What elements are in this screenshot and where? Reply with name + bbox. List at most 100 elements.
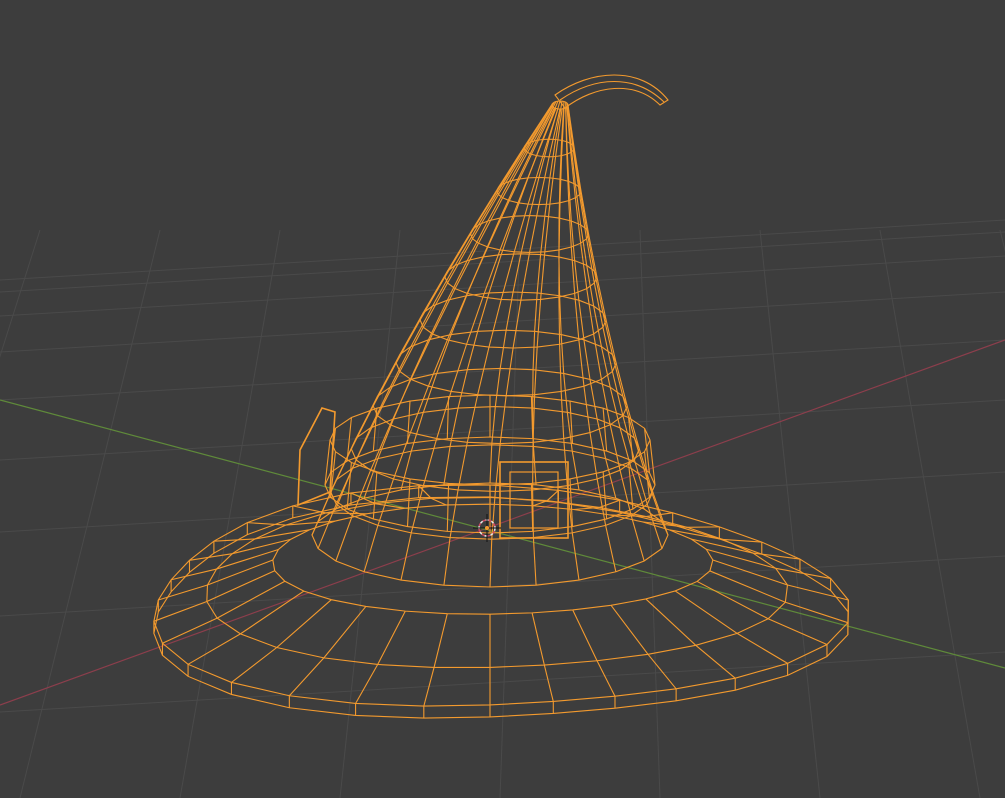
- band-edge: [602, 408, 608, 452]
- brim-spoke: [787, 584, 849, 601]
- grid-line: [0, 231, 1005, 293]
- grid-line: [0, 651, 1005, 713]
- cone-edge: [500, 216, 515, 255]
- brim-spoke: [709, 570, 786, 603]
- cone-edge: [615, 362, 628, 407]
- grid-line: [0, 255, 1005, 317]
- cone-edge: [534, 347, 538, 395]
- cone-edge: [422, 438, 438, 486]
- cone-edge: [534, 292, 538, 332]
- brim-spoke: [532, 500, 548, 507]
- witch-hat-wireframe[interactable]: [153, 74, 849, 719]
- brim-spoke: [240, 590, 305, 635]
- grid-line: [0, 291, 1005, 353]
- cone-edge: [536, 101, 557, 141]
- brim-spoke: [288, 657, 325, 697]
- brim-spoke: [162, 617, 218, 644]
- cone-edge: [540, 216, 546, 255]
- brim-spoke: [323, 606, 367, 659]
- cone-edge: [586, 229, 595, 272]
- cone-edge: [532, 331, 536, 370]
- brim-spoke: [158, 584, 208, 601]
- cone-edge: [532, 394, 536, 443]
- brim-spoke: [433, 613, 448, 668]
- side-buckle: [297, 407, 336, 507]
- cone-edge: [436, 334, 452, 374]
- cone-edge: [583, 386, 591, 433]
- brim-spoke: [216, 548, 279, 570]
- brim-spoke: [610, 604, 649, 655]
- cone-edge: [499, 395, 507, 444]
- cone-edge: [605, 458, 617, 499]
- cone-edge: [489, 444, 493, 484]
- cone-edge: [505, 291, 514, 331]
- cone-edge: [512, 253, 522, 293]
- cone-edge: [560, 391, 565, 439]
- cone-edge: [427, 299, 448, 341]
- cone-edge: [499, 330, 507, 369]
- brim-spoke: [736, 632, 788, 664]
- cone-edge: [350, 405, 374, 450]
- cone-edge: [443, 537, 451, 586]
- band-edge: [372, 408, 378, 452]
- brim-spoke: [187, 633, 241, 665]
- cone-edge: [335, 515, 353, 562]
- cone-edge: [410, 485, 424, 534]
- brim-spoke: [706, 548, 776, 569]
- brim-spoke: [377, 610, 406, 665]
- cone-edge: [489, 539, 493, 588]
- cone-edge: [532, 537, 537, 586]
- brim-ring: [153, 496, 849, 719]
- band-edge: [446, 483, 450, 532]
- brim-spoke: [213, 538, 255, 542]
- cone-edge: [466, 394, 479, 443]
- grid-line: [879, 229, 981, 798]
- floor-grid: [0, 219, 1005, 798]
- brim-spoke: [695, 644, 736, 679]
- cone-edge: [549, 156, 557, 205]
- cone-edge: [583, 339, 591, 380]
- cone-edge: [611, 371, 624, 416]
- brim-spoke: [231, 647, 278, 683]
- cone-edge: [443, 446, 451, 485]
- cone-edge: [540, 251, 546, 300]
- brim-spoke: [171, 568, 217, 581]
- cone-edge: [630, 515, 645, 562]
- grid-line: [179, 229, 281, 798]
- viewport-canvas[interactable]: [0, 0, 1005, 798]
- cone-edge: [444, 233, 472, 278]
- cone-edge: [450, 295, 468, 335]
- brim-spoke: [430, 497, 447, 506]
- origin-cursor-icon: [473, 514, 501, 542]
- cone-edge: [355, 396, 379, 439]
- cone-edge: [605, 319, 617, 364]
- band-edge: [406, 478, 411, 527]
- cone-edge: [494, 368, 501, 407]
- cone-edge: [499, 202, 519, 251]
- brim-spoke: [355, 664, 379, 704]
- cone-edge: [560, 334, 565, 374]
- cone-edge: [563, 373, 568, 413]
- cone-edge: [559, 344, 562, 392]
- 3d-viewport[interactable]: [0, 0, 1005, 798]
- grid-line: [759, 229, 821, 798]
- brim-spoke: [276, 599, 332, 648]
- brim-spoke: [531, 612, 545, 666]
- cone-edge: [580, 243, 588, 289]
- cone-edge: [558, 297, 561, 345]
- cone-edge: [578, 300, 585, 340]
- cone-edge: [477, 292, 490, 332]
- cone-edge: [589, 379, 598, 420]
- cone-edge: [574, 260, 580, 301]
- brim-spoke: [153, 600, 208, 622]
- brim-spoke: [572, 609, 598, 661]
- cone-edge: [609, 424, 621, 471]
- cone-edge: [427, 339, 448, 387]
- cone-edge: [549, 139, 557, 178]
- grid-line: [0, 339, 1005, 401]
- cone-edge: [377, 418, 395, 459]
- cone-edge: [410, 412, 424, 452]
- origin-dot: [485, 526, 489, 530]
- cone-edge: [432, 288, 456, 335]
- cone-edge: [571, 532, 580, 581]
